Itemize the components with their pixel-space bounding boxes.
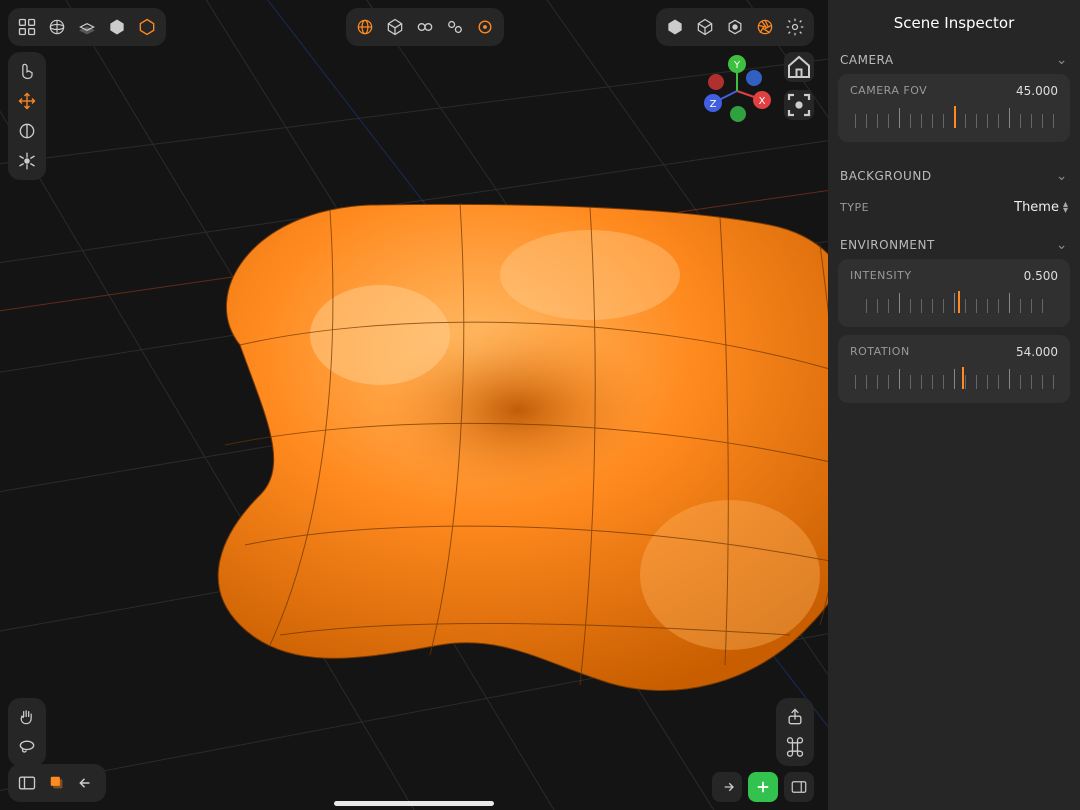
chevron-down-icon: ⌄ [1056, 237, 1068, 253]
aperture-icon[interactable] [750, 12, 780, 42]
rotation-slider[interactable] [850, 367, 1058, 389]
home-indicator [334, 801, 494, 806]
share-icon[interactable] [780, 702, 810, 732]
panel-right-icon[interactable] [784, 772, 814, 802]
orientation-gizmo[interactable]: X Y Z [698, 52, 776, 130]
background-type-row[interactable]: TYPE Theme ▴▾ [838, 190, 1070, 219]
add-button[interactable] [748, 772, 778, 802]
inspector-title: Scene Inspector [828, 0, 1080, 42]
scale-tool-icon[interactable] [12, 146, 42, 176]
selection-toolbar [8, 698, 46, 766]
actions-toolbar [776, 698, 814, 766]
solid-shading-icon[interactable] [102, 12, 132, 42]
pan-tool-icon[interactable] [12, 702, 42, 732]
intensity-card[interactable]: INTENSITY 0.500 [838, 259, 1070, 327]
panel-left-icon[interactable] [12, 768, 42, 798]
transform-toolbar [8, 52, 46, 180]
chevron-down-icon: ⌄ [1056, 168, 1068, 184]
type-selector[interactable]: Theme ▴▾ [1014, 200, 1068, 215]
rotation-card[interactable]: ROTATION 54.000 [838, 335, 1070, 403]
target-icon[interactable] [470, 12, 500, 42]
fov-slider[interactable] [850, 106, 1058, 128]
material-shading-icon[interactable] [132, 12, 162, 42]
undo-icon[interactable] [72, 768, 102, 798]
camera-header-label: CAMERA [840, 53, 894, 67]
camera-section-header[interactable]: CAMERA ⌄ [838, 42, 1070, 74]
layers-icon[interactable] [42, 768, 72, 798]
link-icon[interactable] [410, 12, 440, 42]
globe-icon[interactable] [350, 12, 380, 42]
fov-value: 45.000 [1016, 84, 1058, 98]
view-options-toolbar [656, 8, 814, 46]
settings-icon[interactable] [780, 12, 810, 42]
model-object[interactable] [170, 185, 828, 715]
rotate-tool-icon[interactable] [12, 116, 42, 146]
environment-section-header[interactable]: ENVIRONMENT ⌄ [838, 227, 1070, 259]
svg-text:X: X [759, 96, 766, 107]
grid-view-icon[interactable] [12, 12, 42, 42]
updown-icon: ▴▾ [1063, 202, 1068, 214]
cube-solid-icon[interactable] [660, 12, 690, 42]
cube-wire-icon[interactable] [690, 12, 720, 42]
intensity-value: 0.500 [1024, 269, 1058, 283]
isolate-icon[interactable] [720, 12, 750, 42]
background-header-label: BACKGROUND [840, 169, 932, 183]
overlay-toolbar [346, 8, 504, 46]
history-toolbar [8, 764, 106, 802]
svg-text:Z: Z [710, 99, 717, 110]
type-value: Theme [1014, 200, 1059, 215]
scene-inspector-panel: Scene Inspector CAMERA ⌄ CAMERA FOV 45.0… [828, 0, 1080, 810]
camera-fov-card[interactable]: CAMERA FOV 45.000 [838, 74, 1070, 142]
background-section-header[interactable]: BACKGROUND ⌄ [838, 158, 1070, 190]
frame-view-icon[interactable] [784, 90, 814, 120]
fov-label: CAMERA FOV [850, 84, 927, 98]
command-icon[interactable] [780, 732, 810, 762]
select-tool-icon[interactable] [12, 56, 42, 86]
svg-text:Y: Y [733, 60, 741, 71]
lasso-tool-icon[interactable] [12, 732, 42, 762]
chain-icon[interactable] [440, 12, 470, 42]
redo-icon[interactable] [712, 772, 742, 802]
cube-outline-icon[interactable] [380, 12, 410, 42]
environment-header-label: ENVIRONMENT [840, 238, 935, 252]
rotation-value: 54.000 [1016, 345, 1058, 359]
move-tool-icon[interactable] [12, 86, 42, 116]
solid-wire-shading-icon[interactable] [72, 12, 102, 42]
intensity-label: INTENSITY [850, 269, 912, 283]
type-label: TYPE [840, 201, 869, 214]
rotation-label: ROTATION [850, 345, 910, 359]
intensity-slider[interactable] [850, 291, 1058, 313]
shading-mode-toolbar [8, 8, 166, 46]
chevron-down-icon: ⌄ [1056, 52, 1068, 68]
wireframe-shading-icon[interactable] [42, 12, 72, 42]
home-view-icon[interactable] [784, 52, 814, 82]
